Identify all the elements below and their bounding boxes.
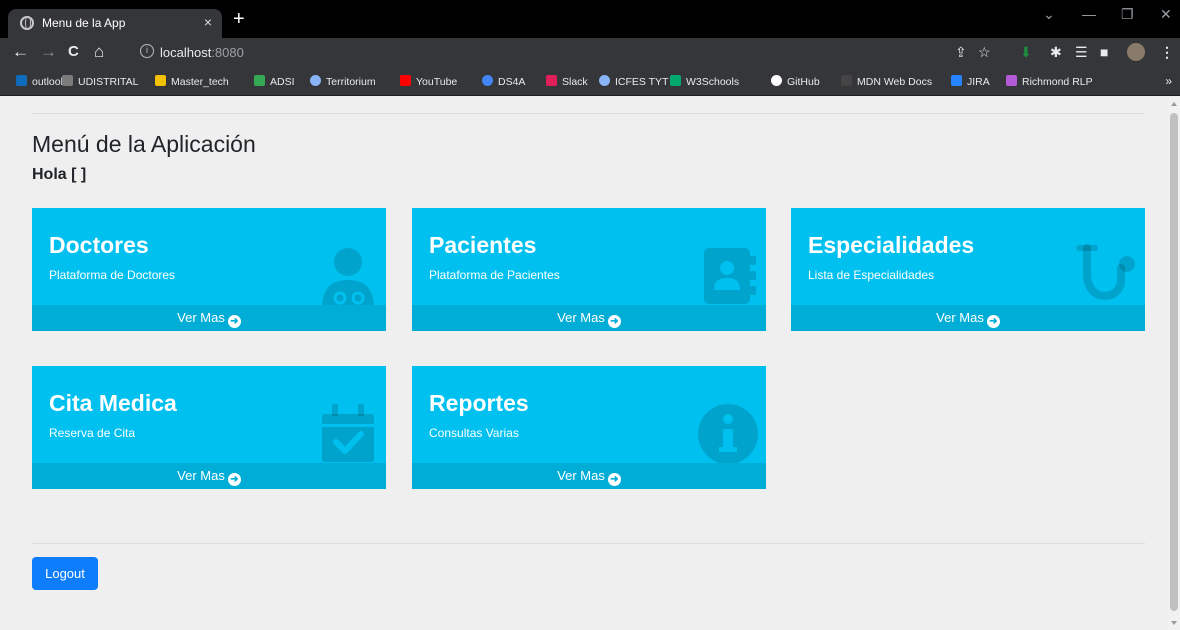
- url-text: localhost:8080: [160, 45, 244, 60]
- extensions-icon[interactable]: ✱: [1050, 44, 1062, 60]
- card-subtitle: Reserva de Cita: [49, 426, 136, 440]
- card-title: Cita Medica: [49, 390, 177, 416]
- globe-icon: [20, 16, 34, 30]
- bookmark-outlook[interactable]: outlook: [16, 75, 66, 88]
- doctor-icon: [322, 248, 374, 308]
- bookmark-star-icon[interactable]: ☆: [978, 44, 991, 60]
- download-extension-icon[interactable]: ⬇: [1020, 44, 1032, 60]
- profile-avatar[interactable]: [1127, 43, 1145, 61]
- info-icon[interactable]: i: [140, 44, 154, 58]
- card-subtitle: Plataforma de Pacientes: [429, 268, 560, 282]
- browser-toolbar: ← → C ⌂ i localhost:8080 ⇪ ☆ ⬇ ✱ ☰ ■ ⋮: [0, 38, 1180, 67]
- scroll-down-icon[interactable]: [1171, 621, 1177, 625]
- bookmark-udistrital[interactable]: UDISTRITAL: [62, 75, 138, 88]
- greeting-text: Hola [ ]: [32, 166, 87, 183]
- card-pacientes: Pacientes Plataforma de Pacientes Ver Ma…: [412, 208, 766, 331]
- top-divider: [32, 113, 1145, 114]
- tab-title: Menu de la App: [42, 16, 126, 30]
- reload-icon[interactable]: C: [68, 42, 79, 62]
- arrow-circle-right-icon: ➜: [986, 315, 1000, 328]
- bottom-divider: [32, 543, 1145, 544]
- page-title: Menú de la Aplicación: [32, 131, 256, 157]
- card-title: Pacientes: [429, 232, 537, 258]
- bookmark-ds4a[interactable]: DS4A: [482, 75, 525, 88]
- stethoscope-icon: [1076, 244, 1135, 301]
- share-icon[interactable]: ⇪: [955, 44, 967, 60]
- scroll-up-icon[interactable]: [1171, 102, 1177, 106]
- bookmark-master-tech[interactable]: Master_tech: [155, 75, 229, 88]
- card-subtitle: Consultas Varias: [429, 426, 519, 440]
- card-subtitle: Plataforma de Doctores: [49, 268, 176, 282]
- home-icon[interactable]: ⌂: [94, 42, 104, 62]
- page-content: Menú de la Aplicación Hola [ ] Doctores …: [0, 97, 1168, 630]
- bookmark-mdn[interactable]: MDN Web Docs: [841, 75, 932, 88]
- new-tab-button[interactable]: +: [233, 9, 245, 29]
- address-bar[interactable]: i localhost:8080: [130, 41, 1010, 64]
- calendar-check-icon: [322, 404, 374, 462]
- reading-list-icon[interactable]: ☰: [1075, 44, 1088, 60]
- arrow-circle-right-icon: ➜: [607, 315, 621, 328]
- tab-close-icon[interactable]: ×: [204, 14, 212, 30]
- close-window-icon[interactable]: ✕: [1160, 6, 1172, 23]
- card-subtitle: Lista de Especialidades: [808, 268, 935, 282]
- ver-mas-link[interactable]: Ver Mas ➜: [32, 463, 386, 489]
- arrow-circle-right-icon: ➜: [227, 473, 241, 486]
- bookmark-richmond-rlp[interactable]: Richmond RLP: [1006, 75, 1093, 88]
- bookmark-youtube[interactable]: YouTube: [400, 75, 457, 88]
- menu-icon[interactable]: ⋮: [1160, 44, 1174, 60]
- ver-mas-link[interactable]: Ver Mas ➜: [791, 305, 1145, 331]
- bookmarks-bar: outlook UDISTRITAL Master_tech ADSI Terr…: [0, 67, 1180, 96]
- page-scrollbar[interactable]: [1168, 97, 1180, 630]
- scrollbar-thumb[interactable]: [1170, 113, 1178, 611]
- forward-icon[interactable]: →: [40, 42, 57, 62]
- card-title: Especialidades: [808, 232, 975, 258]
- ver-mas-link[interactable]: Ver Mas ➜: [412, 463, 766, 489]
- bookmark-jira[interactable]: JIRA: [951, 75, 990, 88]
- logout-button[interactable]: Logout: [32, 557, 98, 590]
- bookmark-icfes-tyt[interactable]: ICFES TYT: [599, 75, 668, 88]
- card-cita-medica: Cita Medica Reserva de Cita Ver Mas ➜: [32, 366, 386, 489]
- browser-tab[interactable]: Menu de la App ×: [8, 9, 222, 38]
- bookmarks-overflow-icon[interactable]: »: [1165, 74, 1172, 88]
- bookmark-adsi[interactable]: ADSI: [254, 75, 295, 88]
- minimize-icon[interactable]: —: [1082, 6, 1096, 22]
- ver-mas-link[interactable]: Ver Mas ➜: [32, 305, 386, 331]
- address-book-icon: [704, 248, 756, 304]
- info-circle-icon: [698, 404, 758, 464]
- browser-titlebar: Menu de la App × + ⌄ — ❐ ✕: [0, 0, 1180, 38]
- bookmark-github[interactable]: GitHub: [771, 75, 820, 88]
- card-title: Reportes: [429, 390, 529, 416]
- restore-icon[interactable]: ❐: [1121, 6, 1134, 23]
- side-panel-icon[interactable]: ■: [1100, 44, 1108, 60]
- arrow-circle-right-icon: ➜: [227, 315, 241, 328]
- card-doctores: Doctores Plataforma de Doctores Ver Mas ➜: [32, 208, 386, 331]
- bookmark-territorium[interactable]: Territorium: [310, 75, 376, 88]
- arrow-circle-right-icon: ➜: [607, 473, 621, 486]
- bookmark-w3schools[interactable]: W3Schools: [670, 75, 739, 88]
- card-especialidades: Especialidades Lista de Especialidades V…: [791, 208, 1145, 331]
- ver-mas-link[interactable]: Ver Mas ➜: [412, 305, 766, 331]
- card-title: Doctores: [49, 232, 149, 258]
- bookmark-slack[interactable]: Slack: [546, 75, 588, 88]
- tab-search-icon[interactable]: ⌄: [1043, 6, 1055, 23]
- card-reportes: Reportes Consultas Varias Ver Mas ➜: [412, 366, 766, 489]
- back-icon[interactable]: ←: [12, 42, 29, 62]
